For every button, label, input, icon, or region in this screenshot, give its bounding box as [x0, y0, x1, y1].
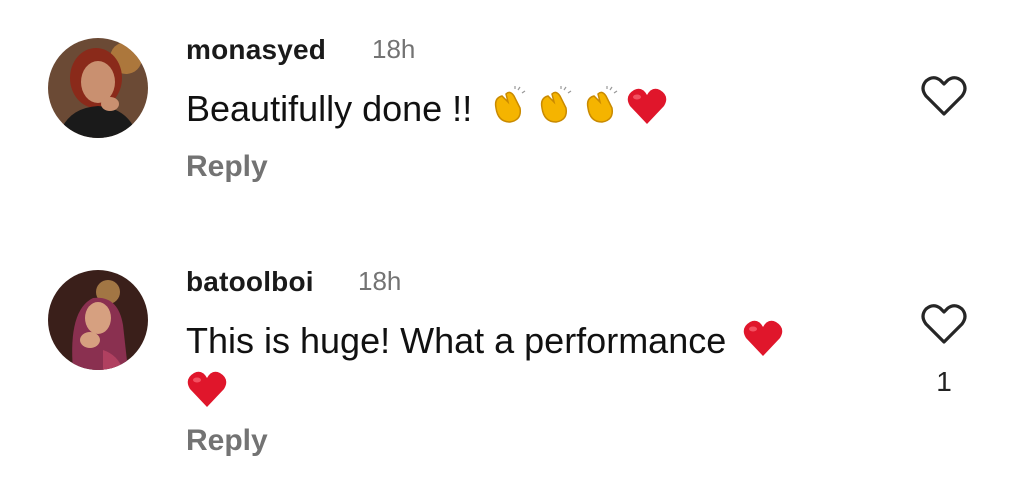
comment-timestamp: 18h — [372, 34, 416, 64]
avatar-image — [48, 38, 148, 138]
comment-item: batoolboi 18h This is huge! What a perfo… — [0, 240, 1024, 487]
comment-text-body: This is huge! What a performance — [186, 320, 727, 362]
clapping-hands-icon — [488, 86, 528, 137]
comment-timestamp: 18h — [358, 266, 402, 296]
like-heart-icon[interactable] — [920, 74, 968, 118]
reply-button[interactable]: Reply — [186, 150, 268, 184]
avatar[interactable] — [48, 38, 148, 138]
like-count[interactable]: 1 — [934, 366, 954, 398]
clapping-hands-icon — [580, 86, 620, 137]
like-heart-icon[interactable] — [920, 302, 968, 346]
comment-text-body: Beautifully done !! — [186, 88, 473, 130]
avatar-image — [48, 270, 148, 370]
red-heart-icon — [626, 86, 668, 137]
comment-text: Beautifully done !! — [186, 86, 668, 137]
comment-item: monasyed 18h Beautifully done !! Reply — [0, 0, 1024, 240]
avatar[interactable] — [48, 270, 148, 370]
red-heart-icon — [742, 318, 784, 369]
reply-button[interactable]: Reply — [186, 424, 268, 458]
clapping-hands-icon — [534, 86, 574, 137]
red-heart-icon — [186, 369, 228, 420]
comment-username[interactable]: monasyed — [186, 34, 326, 66]
comment-text: This is huge! What a performance — [186, 318, 876, 420]
comment-username[interactable]: batoolboi — [186, 266, 314, 298]
